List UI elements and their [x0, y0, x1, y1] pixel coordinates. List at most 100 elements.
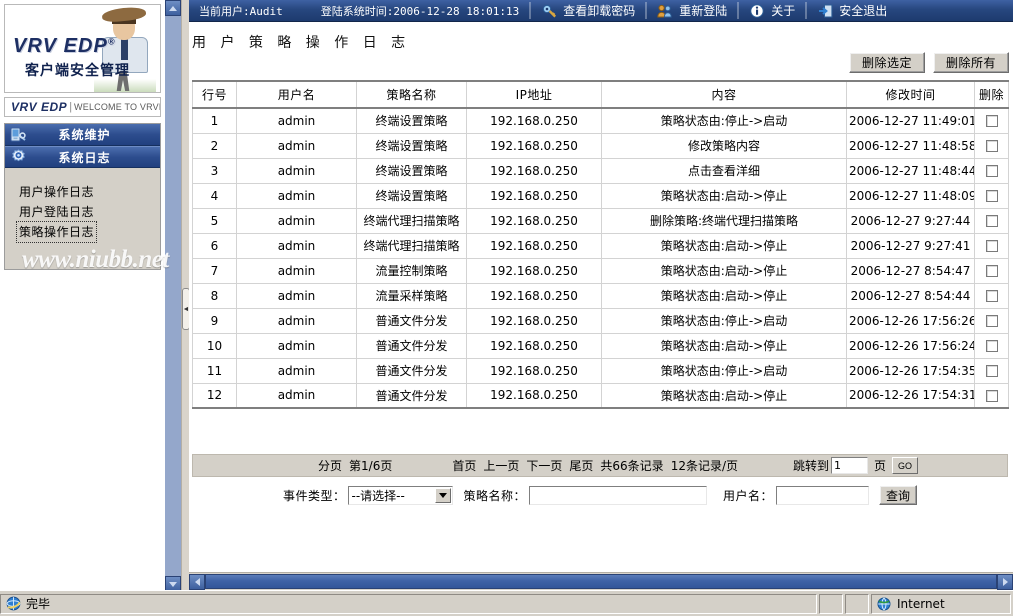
cell-row-number: 3	[192, 158, 237, 184]
user-name-input[interactable]	[776, 485, 870, 505]
cell-content: 策略状态由:启动->停止	[601, 333, 847, 359]
row-delete-checkbox[interactable]	[985, 315, 998, 327]
cell-ip-address: 192.168.0.250	[466, 358, 602, 384]
sidebar-item-label: 系统日志	[58, 150, 111, 165]
panel-splitter[interactable]: ◄	[181, 0, 190, 592]
content-horizontal-scrollbar[interactable]	[189, 572, 1013, 590]
delete-selected-button[interactable]: 删除选定	[849, 52, 925, 73]
delete-all-button[interactable]: 删除所有	[933, 52, 1009, 73]
sidebar-subitem-policy-operation-log[interactable]: 策略操作日志	[15, 221, 98, 243]
cell-ip-address: 192.168.0.250	[466, 208, 602, 234]
view-uninstall-password-button[interactable]: 查看卸载密码	[531, 0, 645, 21]
pager-label: 分页	[318, 459, 343, 473]
row-delete-checkbox[interactable]	[985, 140, 998, 152]
cell-content: 点击查看洋细	[601, 158, 847, 184]
users-icon	[657, 3, 673, 19]
about-button[interactable]: 关于	[739, 0, 805, 21]
search-submit-button[interactable]: 查询	[879, 485, 918, 505]
scroll-up-button[interactable]	[165, 0, 181, 16]
table-row: 4 admin 终端设置策略 192.168.0.250 策略状态由:启动->停止 200…	[192, 183, 1009, 209]
log-table-container: 行号 用户名 策略名称 IP地址 内容 修改时间 删除 1 admin 终端设置策略…	[192, 80, 1009, 409]
table-row: 5 admin 终端代理扫描策略 192.168.0.250 删除策略:终端代理扫描策略…	[192, 208, 1009, 234]
cell-user-name: admin	[236, 183, 357, 209]
cell-row-number: 10	[192, 333, 237, 359]
pager-first-link[interactable]: 首页	[452, 457, 476, 474]
maintenance-icon	[5, 125, 31, 145]
sidebar-submenu: 用户操作日志 用户登陆日志 策略操作日志	[5, 168, 160, 243]
registered-mark-icon: ®	[107, 36, 116, 47]
cell-modify-time: 2006-12-27 9:27:44	[846, 208, 975, 234]
pager-next-link[interactable]: 下一页	[526, 457, 562, 474]
row-delete-checkbox[interactable]	[985, 389, 998, 402]
sidebar: VRV EDP® 客户端安全管理 VRV EDP | WELCOME TO VR…	[0, 0, 165, 592]
cell-policy-name: 终端设置策略	[356, 133, 467, 159]
chevron-down-icon	[169, 581, 177, 587]
cell-ip-address: 192.168.0.250	[466, 308, 602, 334]
cell-delete	[974, 333, 1009, 359]
cell-delete	[974, 383, 1009, 409]
horizontal-scroll-thumb[interactable]	[205, 574, 997, 589]
sidebar-subitem-user-operation-log[interactable]: 用户操作日志	[17, 182, 96, 202]
relogin-button[interactable]: 重新登陆	[647, 0, 737, 21]
pager-last-link[interactable]: 尾页	[569, 457, 593, 474]
cell-user-name: admin	[236, 383, 357, 409]
row-delete-checkbox[interactable]	[985, 290, 998, 302]
sidebar-item-label: 系统维护	[58, 128, 111, 142]
pager-go-button[interactable]: GO	[892, 457, 919, 474]
browser-status-bar: 完毕 Internet	[0, 590, 1013, 616]
cell-user-name: admin	[236, 133, 357, 159]
cell-modify-time: 2006-12-26 17:56:24	[846, 333, 975, 359]
row-delete-checkbox[interactable]	[985, 215, 998, 227]
row-delete-checkbox[interactable]	[985, 365, 998, 377]
security-zone-pane[interactable]: Internet	[871, 593, 1011, 614]
cell-modify-time: 2006-12-27 11:48:58	[846, 133, 975, 159]
table-row: 3 admin 终端设置策略 192.168.0.250 点击查看洋细 2006-12-2…	[192, 158, 1009, 184]
status-pane-2	[845, 593, 869, 614]
col-delete: 删除	[974, 80, 1009, 109]
event-type-select[interactable]: --请选择--	[348, 485, 454, 505]
cell-user-name: admin	[236, 308, 357, 334]
key-icon	[541, 3, 557, 19]
sidebar-vertical-scrollbar[interactable]	[165, 0, 181, 592]
row-delete-checkbox[interactable]	[985, 265, 998, 277]
table-row: 6 admin 终端代理扫描策略 192.168.0.250 策略状态由:启动->停止 2…	[192, 233, 1009, 259]
logout-button[interactable]: 安全退出	[807, 0, 897, 21]
cell-user-name: admin	[236, 258, 357, 284]
app-logo: VRV EDP® 客户端安全管理	[4, 4, 161, 93]
scroll-right-button[interactable]	[997, 573, 1013, 590]
sidebar-item-system-maintenance[interactable]: 系统维护	[5, 124, 160, 146]
row-delete-checkbox[interactable]	[985, 190, 998, 202]
cell-ip-address: 192.168.0.250	[466, 383, 602, 409]
cell-delete	[974, 233, 1009, 259]
cell-content: 策略状态由:启动->停止	[601, 383, 847, 409]
row-delete-checkbox[interactable]	[985, 340, 998, 352]
table-row: 7 admin 流量控制策略 192.168.0.250 策略状态由:启动->停止 200…	[192, 258, 1009, 284]
submenu-row: 策略操作日志	[15, 221, 160, 243]
row-delete-checkbox[interactable]	[985, 115, 998, 128]
login-time-label: 登陆系统时间:2006-12-28 18:01:13	[320, 4, 520, 18]
row-delete-checkbox[interactable]	[985, 165, 998, 177]
cell-delete	[974, 133, 1009, 159]
policy-name-input[interactable]	[529, 485, 707, 505]
pager-jump-input[interactable]	[831, 457, 869, 474]
cell-row-number: 1	[192, 108, 237, 134]
cell-content: 策略状态由:停止->启动	[601, 108, 847, 134]
page-title: 用 户 策 略 操 作 日 志	[192, 35, 411, 51]
cell-delete	[974, 258, 1009, 284]
cell-row-number: 5	[192, 208, 237, 234]
row-delete-checkbox[interactable]	[985, 240, 998, 252]
cell-content: 策略状态由:启动->停止	[601, 183, 847, 209]
col-user-name: 用户名	[236, 80, 357, 109]
scroll-left-button[interactable]	[189, 573, 205, 590]
log-gear-icon	[5, 147, 31, 167]
pager-prev-link[interactable]: 上一页	[483, 457, 519, 474]
submenu-row: 用户登陆日志	[17, 202, 160, 222]
sidebar-subitem-user-login-log[interactable]: 用户登陆日志	[17, 202, 96, 222]
logo-brand: VRV EDP®	[13, 35, 130, 58]
sidebar-item-system-log[interactable]: 系统日志	[5, 146, 160, 168]
cell-ip-address: 192.168.0.250	[466, 233, 602, 259]
cell-policy-name: 终端代理扫描策略	[356, 208, 467, 234]
table-row: 1 admin 终端设置策略 192.168.0.250 策略状态由:停止->启动 200…	[192, 108, 1009, 134]
table-row: 9 admin 普通文件分发 192.168.0.250 策略状态由:停止->启动 200…	[192, 308, 1009, 334]
welcome-separator: |	[69, 101, 73, 113]
